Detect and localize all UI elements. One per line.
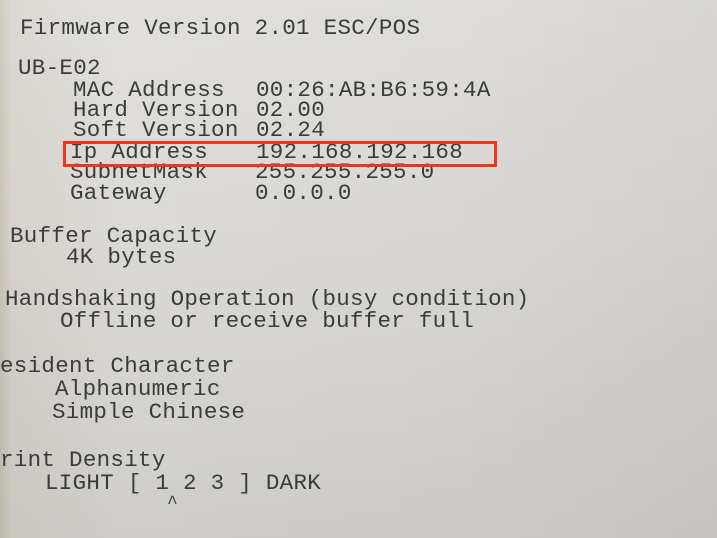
row-value: 0.0.0.0 (255, 180, 352, 206)
density-selected-marker: ^ (167, 494, 179, 514)
row-label: Gateway (70, 180, 167, 206)
resident-value: Simple Chinese (52, 399, 246, 425)
density-title: rint Density (0, 447, 166, 473)
buffer-value: 4K bytes (66, 244, 177, 270)
firmware-version: Firmware Version 2.01 ESC/POS (20, 15, 421, 41)
density-scale: LIGHT [ 1 2 3 ] DARK (45, 470, 322, 496)
resident-value: Alphanumeric (55, 376, 221, 402)
resident-title: esident Character (0, 353, 235, 379)
handshaking-value: Offline or receive buffer full (60, 308, 475, 334)
ip-highlight-box (63, 141, 497, 167)
row-gateway: Gateway 0.0.0.0 (70, 181, 670, 205)
